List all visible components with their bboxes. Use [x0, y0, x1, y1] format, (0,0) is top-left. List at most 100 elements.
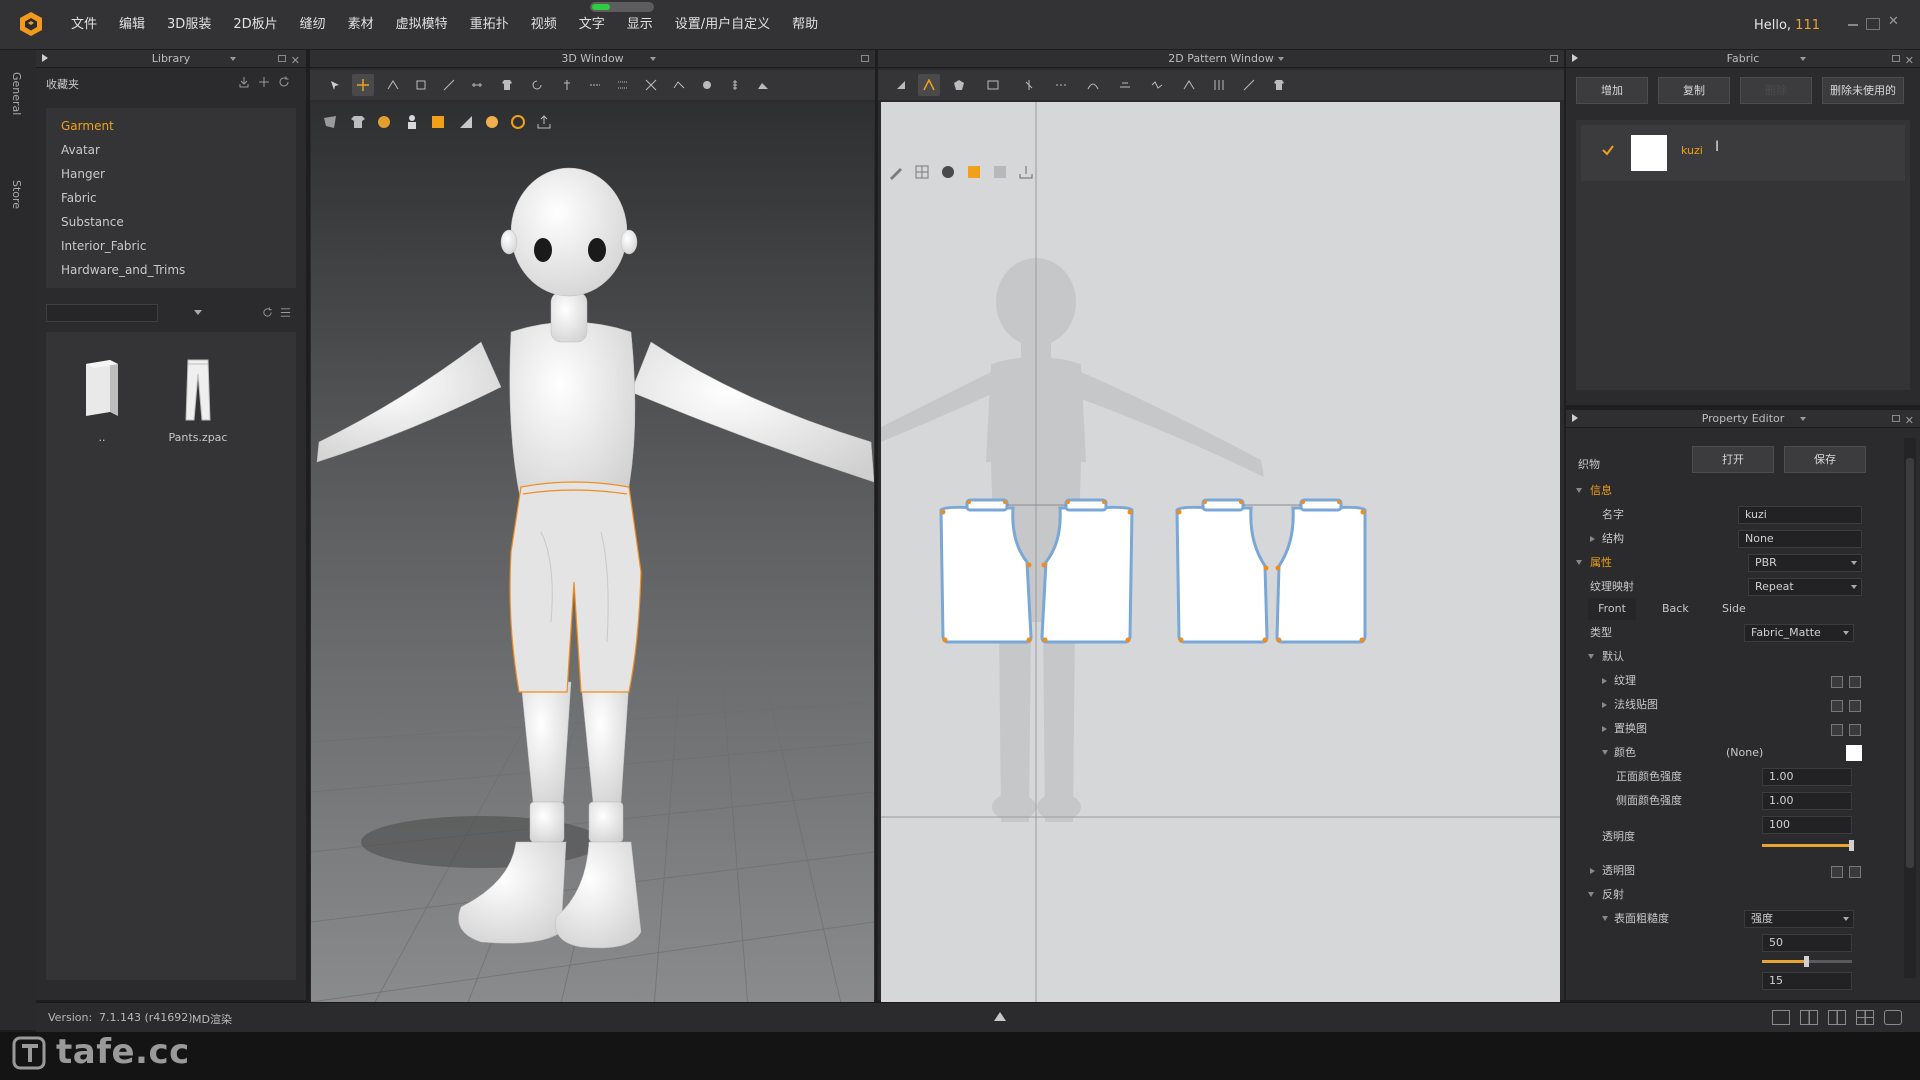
chevron-down-icon[interactable] — [230, 57, 236, 61]
expand-up-icon[interactable] — [994, 1012, 1006, 1021]
3d-scene[interactable] — [311, 102, 874, 1046]
menu-retopology[interactable]: 重拓扑 — [459, 0, 520, 50]
pin-icon[interactable] — [1572, 414, 1578, 422]
pattern-canvas[interactable] — [881, 102, 1560, 1046]
reflection-section[interactable]: 反射 — [1576, 884, 1898, 906]
zipper-icon[interactable] — [724, 74, 746, 96]
opacity-map-delete-icon[interactable] — [1849, 866, 1861, 878]
import-icon[interactable] — [238, 76, 250, 88]
menu-help[interactable]: 帮助 — [781, 0, 829, 50]
refresh-icon[interactable] — [262, 307, 273, 318]
sort-dropdown-icon[interactable] — [194, 310, 202, 315]
username[interactable]: 111 — [1795, 18, 1820, 33]
fabric-2d-icon[interactable] — [966, 164, 982, 180]
notch-icon[interactable] — [1178, 74, 1200, 96]
texture-row[interactable]: 纹理 — [1576, 670, 1898, 692]
attributes-dropdown[interactable]: PBR — [1748, 554, 1862, 572]
float-panel-icon[interactable] — [1550, 55, 1558, 62]
normal-map-delete-icon[interactable] — [1849, 700, 1861, 712]
opacity-slider[interactable] — [1762, 840, 1854, 851]
add-icon[interactable] — [258, 76, 270, 88]
chevron-down-icon[interactable] — [1800, 57, 1806, 61]
pleat-icon[interactable] — [1208, 74, 1230, 96]
measure-2d-icon[interactable] — [1238, 74, 1260, 96]
displacement-row[interactable]: 置换图 — [1576, 718, 1898, 740]
layout-split-icon[interactable] — [1800, 1010, 1818, 1025]
button-icon[interactable] — [696, 74, 718, 96]
tab-front[interactable]: Front — [1588, 598, 1636, 620]
shirt-icon[interactable] — [350, 114, 366, 130]
check-icon[interactable] — [1601, 143, 1615, 157]
pin-icon[interactable] — [1572, 54, 1578, 62]
color-swatch[interactable] — [1846, 745, 1862, 761]
tab-store[interactable]: Store — [10, 180, 23, 209]
name-field[interactable]: kuzi — [1738, 506, 1862, 524]
texture-delete-icon[interactable] — [1849, 676, 1861, 688]
chevron-down-icon[interactable] — [1278, 57, 1284, 61]
menu-sewing[interactable]: 缝纫 — [289, 0, 337, 50]
menu-materials[interactable]: 素材 — [337, 0, 385, 50]
structure-field[interactable]: None — [1738, 530, 1862, 548]
chevron-down-icon[interactable] — [1800, 417, 1806, 421]
close-icon[interactable]: ✕ — [1905, 52, 1914, 70]
tab-back[interactable]: Back — [1662, 598, 1689, 620]
globe-icon[interactable] — [510, 114, 526, 130]
tab-side[interactable]: Side — [1722, 598, 1746, 620]
opacity-map-row[interactable]: 透明图 — [1576, 860, 1898, 882]
fabric-icon[interactable] — [430, 114, 446, 130]
float-panel-icon[interactable] — [1892, 415, 1900, 422]
trace-icon[interactable] — [1146, 74, 1168, 96]
save-button[interactable]: 保存 — [1784, 446, 1866, 473]
app-logo-icon[interactable] — [18, 11, 44, 37]
screenshot-icon[interactable] — [1884, 1010, 1902, 1025]
menu-settings[interactable]: 设置/用户自定义 — [664, 0, 781, 50]
menu-edit[interactable]: 编辑 — [108, 0, 156, 50]
symmetry-icon[interactable] — [940, 164, 956, 180]
bake-icon[interactable] — [1018, 164, 1034, 180]
polygon-icon[interactable] — [948, 74, 970, 96]
list-view-icon[interactable] — [280, 307, 291, 318]
garment-icon[interactable] — [496, 74, 518, 96]
scrollbar-thumb[interactable] — [1906, 458, 1914, 868]
3d-viewport[interactable] — [311, 102, 874, 1046]
roughness-mode-dropdown[interactable]: 强度 — [1744, 910, 1854, 928]
avatar-icon[interactable] — [376, 114, 392, 130]
float-panel-icon[interactable] — [1892, 55, 1900, 62]
delete-fabric-button[interactable]: 删除 — [1740, 77, 1812, 104]
close-icon[interactable]: ✕ — [1905, 412, 1914, 430]
delete-unused-button[interactable]: 删除未使用的 — [1822, 77, 1904, 104]
strap-icon[interactable] — [584, 74, 606, 96]
default-section[interactable]: 默认 — [1576, 646, 1898, 668]
color-row[interactable]: 颜色 (None) — [1576, 742, 1898, 764]
tree-item-interior-fabric[interactable]: Interior_Fabric — [46, 234, 296, 258]
info-section[interactable]: 信息 — [1576, 480, 1898, 502]
fabric-name[interactable]: kuzi — [1681, 144, 1703, 157]
fold-icon[interactable] — [438, 74, 460, 96]
rotate-icon[interactable] — [526, 74, 548, 96]
tack-icon[interactable] — [410, 74, 432, 96]
close-window-button[interactable]: ✕ — [1888, 14, 1902, 29]
normal-map-row[interactable]: 法线贴图 — [1576, 694, 1898, 716]
internal-line-icon[interactable] — [1018, 74, 1040, 96]
export-icon[interactable] — [536, 114, 552, 130]
bond-icon[interactable] — [668, 74, 690, 96]
displacement-browse-icon[interactable] — [1831, 724, 1843, 736]
fabric-list-item[interactable]: kuzi I — [1581, 125, 1905, 181]
texture-2d-icon[interactable] — [992, 164, 1008, 180]
texture-browse-icon[interactable] — [1831, 676, 1843, 688]
layout-quad-icon[interactable] — [1856, 1010, 1874, 1025]
opacity-field[interactable]: 100 — [1762, 816, 1852, 834]
transform-icon[interactable] — [890, 74, 912, 96]
tree-item-avatar[interactable]: Avatar — [46, 138, 296, 162]
trim-icon[interactable] — [752, 74, 774, 96]
refresh-icon[interactable] — [278, 76, 290, 88]
tree-item-garment[interactable]: Garment — [46, 114, 296, 138]
library-search-input[interactable] — [46, 304, 158, 322]
brush-icon[interactable] — [888, 164, 904, 180]
chevron-down-icon[interactable] — [650, 57, 656, 61]
move-icon[interactable] — [352, 74, 374, 96]
select-mesh-icon[interactable] — [324, 74, 346, 96]
rectangle-icon[interactable] — [982, 74, 1004, 96]
measure-icon[interactable] — [466, 74, 488, 96]
opacity-map-browse-icon[interactable] — [1831, 866, 1843, 878]
